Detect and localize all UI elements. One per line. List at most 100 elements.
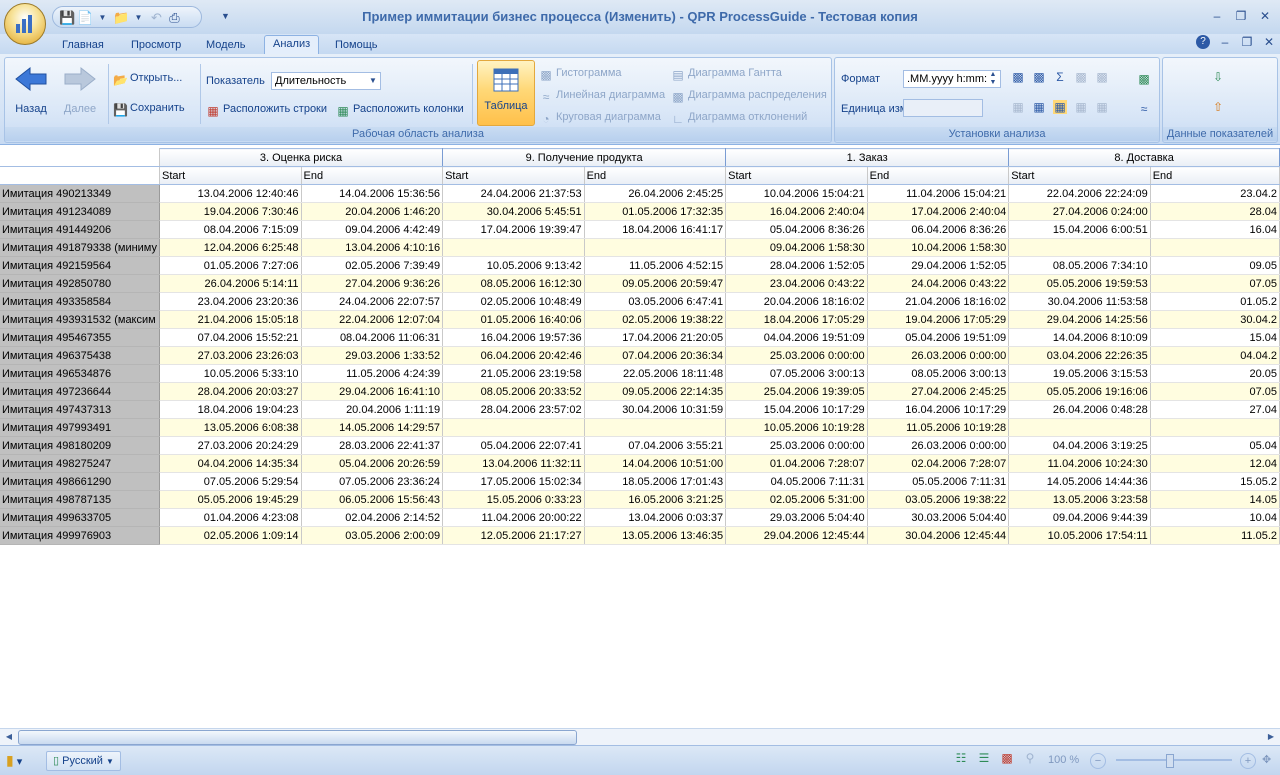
table-cell[interactable]: 05.04: [1150, 436, 1280, 455]
table-cell[interactable]: 11.05.2: [1150, 526, 1280, 545]
arrange-rows-button[interactable]: ▦ Расположить строки: [206, 103, 327, 118]
table-cell[interactable]: 28.04.2006 20:03:27: [159, 382, 302, 401]
table-cell[interactable]: 14.05: [1150, 490, 1280, 509]
row-header[interactable]: Имитация 492159564: [0, 256, 160, 275]
table-cell[interactable]: 15.04.2006 6:00:51: [1008, 220, 1151, 239]
table-cell[interactable]: 17.05.2006 15:02:34: [442, 472, 585, 491]
table-cell[interactable]: 10.05.2006 9:13:42: [442, 256, 585, 275]
search-view-icon[interactable]: ⚲: [1023, 751, 1037, 765]
gantt-button[interactable]: ▤ Диаграмма Гантта: [671, 67, 782, 82]
row-header[interactable]: Имитация 498180209: [0, 436, 160, 455]
table-cell[interactable]: 22.05.2006 18:11:48: [584, 364, 727, 383]
table-cell[interactable]: 15.04: [1150, 328, 1280, 347]
disabled-chart-icon[interactable]: ▩: [1074, 70, 1088, 84]
tab-help[interactable]: Помощь: [327, 37, 386, 54]
disabled-chart-icon[interactable]: ▩: [1095, 70, 1109, 84]
table-cell[interactable]: 04.04.2: [1150, 346, 1280, 365]
row-header[interactable]: Имитация 493931532 (максим: [0, 310, 160, 329]
process-map-icon[interactable]: ☷: [954, 751, 968, 765]
table-cell[interactable]: [584, 238, 727, 257]
table-cell[interactable]: 28.03.2006 22:41:37: [301, 436, 444, 455]
table-cell[interactable]: 18.05.2006 17:01:43: [584, 472, 727, 491]
table-cell[interactable]: 24.04.2006 0:43:22: [867, 274, 1010, 293]
indicator-select[interactable]: Длительность ▼: [271, 72, 381, 90]
table-cell[interactable]: 17.04.2006 2:40:04: [867, 202, 1010, 221]
chevron-down-icon[interactable]: ▼: [95, 10, 110, 25]
table-cell[interactable]: 10.05.2006 5:33:10: [159, 364, 302, 383]
import-data-icon[interactable]: ⇩: [1211, 70, 1225, 84]
table-cell[interactable]: 29.04.2006 1:52:05: [867, 256, 1010, 275]
row-header[interactable]: Имитация 491879338 (миниму: [0, 238, 160, 257]
tab-home[interactable]: Главная: [54, 37, 112, 54]
table-cell[interactable]: 08.05.2006 3:00:13: [867, 364, 1010, 383]
table-cell[interactable]: 06.04.2006 20:42:46: [442, 346, 585, 365]
table-cell[interactable]: 30.03.2006 5:04:40: [867, 508, 1010, 527]
table-cell[interactable]: 20.04.2006 18:16:02: [725, 292, 868, 311]
table-cell[interactable]: 01.05.2: [1150, 292, 1280, 311]
table-cell[interactable]: 04.04.2006 3:19:25: [1008, 436, 1151, 455]
table-row[interactable]: Имитация 492159564 01.05.2006 7:27:06 02.0…: [0, 256, 1280, 275]
column-header[interactable]: Start: [442, 166, 585, 185]
table-cell[interactable]: 29.03.2006 5:04:40: [725, 508, 868, 527]
row-header[interactable]: Имитация 496375438: [0, 346, 160, 365]
notification-icon[interactable]: ▮ ▾: [6, 751, 22, 769]
open-button[interactable]: 📂 Открыть...: [113, 72, 182, 87]
row-header[interactable]: Имитация 491449206: [0, 220, 160, 239]
table-cell[interactable]: 02.04.2006 2:14:52: [301, 508, 444, 527]
table-row[interactable]: Имитация 498787135 05.05.2006 19:45:29 06.…: [0, 490, 1280, 509]
table-cell[interactable]: 13.04.2006 11:32:11: [442, 454, 585, 473]
row-header[interactable]: Имитация 492850780: [0, 274, 160, 293]
table-cell[interactable]: 28.04.2006 23:57:02: [442, 400, 585, 419]
print-icon[interactable]: ⎙: [167, 10, 182, 25]
bar-chart-icon[interactable]: ▩: [1011, 70, 1025, 84]
customize-toolbar-icon[interactable]: ▼: [218, 9, 233, 24]
export-data-icon[interactable]: ⇧: [1211, 100, 1225, 114]
table-button[interactable]: Таблица: [477, 60, 535, 126]
table-cell[interactable]: 11.05.2006 4:24:39: [301, 364, 444, 383]
table-row[interactable]: Имитация 496375438 27.03.2006 23:26:03 29.…: [0, 346, 1280, 365]
table-cell[interactable]: 27.04.2006 0:24:00: [1008, 202, 1151, 221]
table-row[interactable]: Имитация 493358584 23.04.2006 23:20:36 24.…: [0, 292, 1280, 311]
zoom-out-icon[interactable]: −: [1090, 753, 1106, 769]
row-header[interactable]: Имитация 497437313: [0, 400, 160, 419]
table-cell[interactable]: 03.05.2006 2:00:09: [301, 526, 444, 545]
open-folder-icon[interactable]: 📁: [113, 10, 129, 25]
layout-icon[interactable]: ▦: [1011, 100, 1025, 114]
scroll-left-icon[interactable]: ◀: [2, 731, 16, 743]
table-cell[interactable]: 28.04: [1150, 202, 1280, 221]
table-cell[interactable]: 01.05.2006 7:27:06: [159, 256, 302, 275]
table-cell[interactable]: 09.04.2006 4:42:49: [301, 220, 444, 239]
table-cell[interactable]: 27.04.2006 2:45:25: [867, 382, 1010, 401]
table-cell[interactable]: 12.05.2006 21:17:27: [442, 526, 585, 545]
row-header[interactable]: Имитация 498787135: [0, 490, 160, 509]
table-cell[interactable]: 17.04.2006 21:20:05: [584, 328, 727, 347]
table-cell[interactable]: 22.04.2006 12:07:04: [301, 310, 444, 329]
table-cell[interactable]: 16.04.2006 2:40:04: [725, 202, 868, 221]
layout-icon[interactable]: ▦: [1032, 100, 1046, 114]
table-row[interactable]: Имитация 493931532 (максим 21.04.2006 15:…: [0, 310, 1280, 329]
table-cell[interactable]: 15.05.2006 0:33:23: [442, 490, 585, 509]
table-cell[interactable]: 07.04.2006 20:36:34: [584, 346, 727, 365]
table-cell[interactable]: 17.04.2006 19:39:47: [442, 220, 585, 239]
row-header[interactable]: Имитация 498661290: [0, 472, 160, 491]
table-cell[interactable]: 02.04.2006 7:28:07: [867, 454, 1010, 473]
table-cell[interactable]: [442, 238, 585, 257]
table-cell[interactable]: 14.04.2006 15:36:56: [301, 184, 444, 203]
table-cell[interactable]: 16.04.2006 19:57:36: [442, 328, 585, 347]
tab-view[interactable]: Просмотр: [123, 37, 189, 54]
table-cell[interactable]: 10.05.2006 10:19:28: [725, 418, 868, 437]
table-cell[interactable]: 07.05.2006 5:29:54: [159, 472, 302, 491]
table-cell[interactable]: 09.04.2006 9:44:39: [1008, 508, 1151, 527]
table-cell[interactable]: 27.04: [1150, 400, 1280, 419]
back-button[interactable]: Назад: [9, 66, 53, 115]
table-cell[interactable]: 14.04.2006 8:10:09: [1008, 328, 1151, 347]
column-header[interactable]: End: [301, 166, 444, 185]
table-cell[interactable]: [442, 418, 585, 437]
layout-selected-icon[interactable]: ▦: [1053, 100, 1067, 114]
minimize-button[interactable]: –: [1208, 8, 1226, 24]
row-header[interactable]: Имитация 491234089: [0, 202, 160, 221]
table-cell[interactable]: 12.04.2006 6:25:48: [159, 238, 302, 257]
line-chart-button[interactable]: ≈ Линейная диаграмма: [539, 89, 665, 104]
column-header[interactable]: End: [867, 166, 1010, 185]
table-cell[interactable]: 05.04.2006 22:07:41: [442, 436, 585, 455]
